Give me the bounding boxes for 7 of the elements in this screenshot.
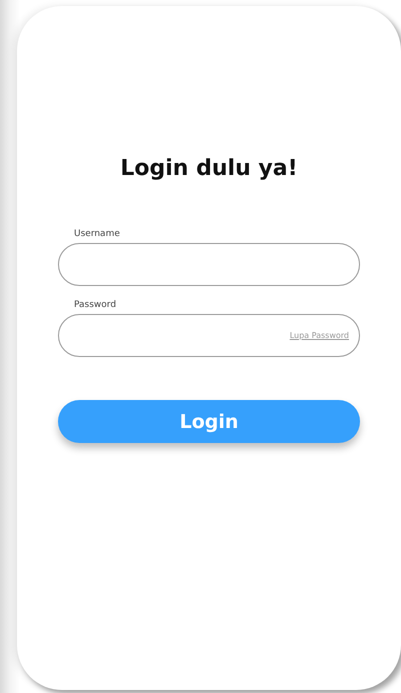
field-label: Password: [74, 300, 118, 310]
field-label: Username: [74, 229, 121, 239]
input-field[interactable]: [58, 243, 360, 286]
login-button[interactable]: Login: [58, 400, 360, 443]
forgot-password-link[interactable]: Lupa Password: [290, 331, 349, 340]
input-field[interactable]: Lupa Password: [58, 314, 360, 357]
login-title: Login dulu ya!: [120, 156, 298, 181]
